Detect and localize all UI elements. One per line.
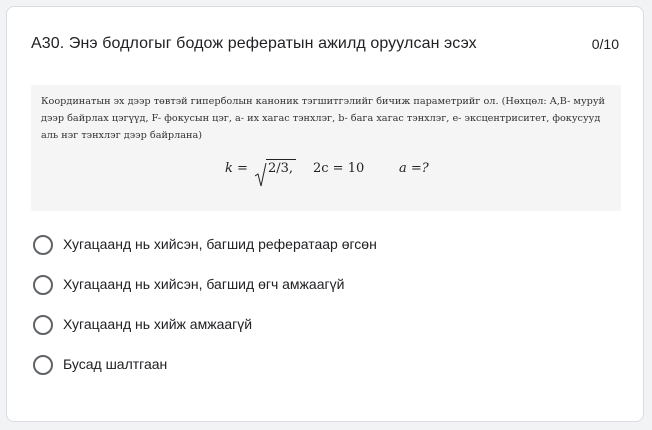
option-label: Хугацаанд нь хийсэн, багшид рефератаар ө… (63, 236, 377, 252)
radio-button[interactable] (33, 275, 53, 295)
formula-c: 2c = 10 (313, 161, 365, 176)
formula-a: a =? (399, 161, 429, 176)
radio-button[interactable] (33, 315, 53, 335)
radio-button[interactable] (33, 355, 53, 375)
formula-sqrt-content: 2/3, (268, 161, 294, 176)
option-label: Хугацаанд нь хийж амжаагүй (63, 316, 253, 332)
option-label: Хугацаанд нь хийсэн, багшид өгч амжаагүй (63, 276, 345, 292)
formula: k = 2/3, 2c = 10 a =? (225, 159, 445, 195)
option-2[interactable]: Хугацаанд нь хийсэн, багшид өгч амжаагүй (31, 273, 619, 313)
sqrt-icon (255, 163, 267, 187)
question-card: А30. Энэ бодлогыг бодож рефератын ажилд … (6, 6, 644, 422)
option-label: Бусад шалтгаан (63, 356, 168, 372)
question-image-text: Координатын эх дээр төвтэй гиперболын ка… (41, 96, 606, 141)
option-4[interactable]: Бусад шалтгаан (31, 353, 619, 393)
question-header: А30. Энэ бодлогыг бодож рефератын ажилд … (31, 35, 619, 57)
option-3[interactable]: Хугацаанд нь хийж амжаагүй (31, 313, 619, 353)
radio-button[interactable] (33, 235, 53, 255)
options-list: Хугацаанд нь хийсэн, багшид рефератаар ө… (31, 233, 619, 393)
question-title: А30. Энэ бодлогыг бодож рефератын ажилд … (31, 35, 477, 52)
option-1[interactable]: Хугацаанд нь хийсэн, багшид рефератаар ө… (31, 233, 619, 273)
formula-k: k = (225, 161, 248, 176)
question-points: 0/10 (591, 36, 619, 52)
question-image: Координатын эх дээр төвтэй гиперболын ка… (31, 85, 621, 211)
sqrt-bar (266, 159, 296, 160)
